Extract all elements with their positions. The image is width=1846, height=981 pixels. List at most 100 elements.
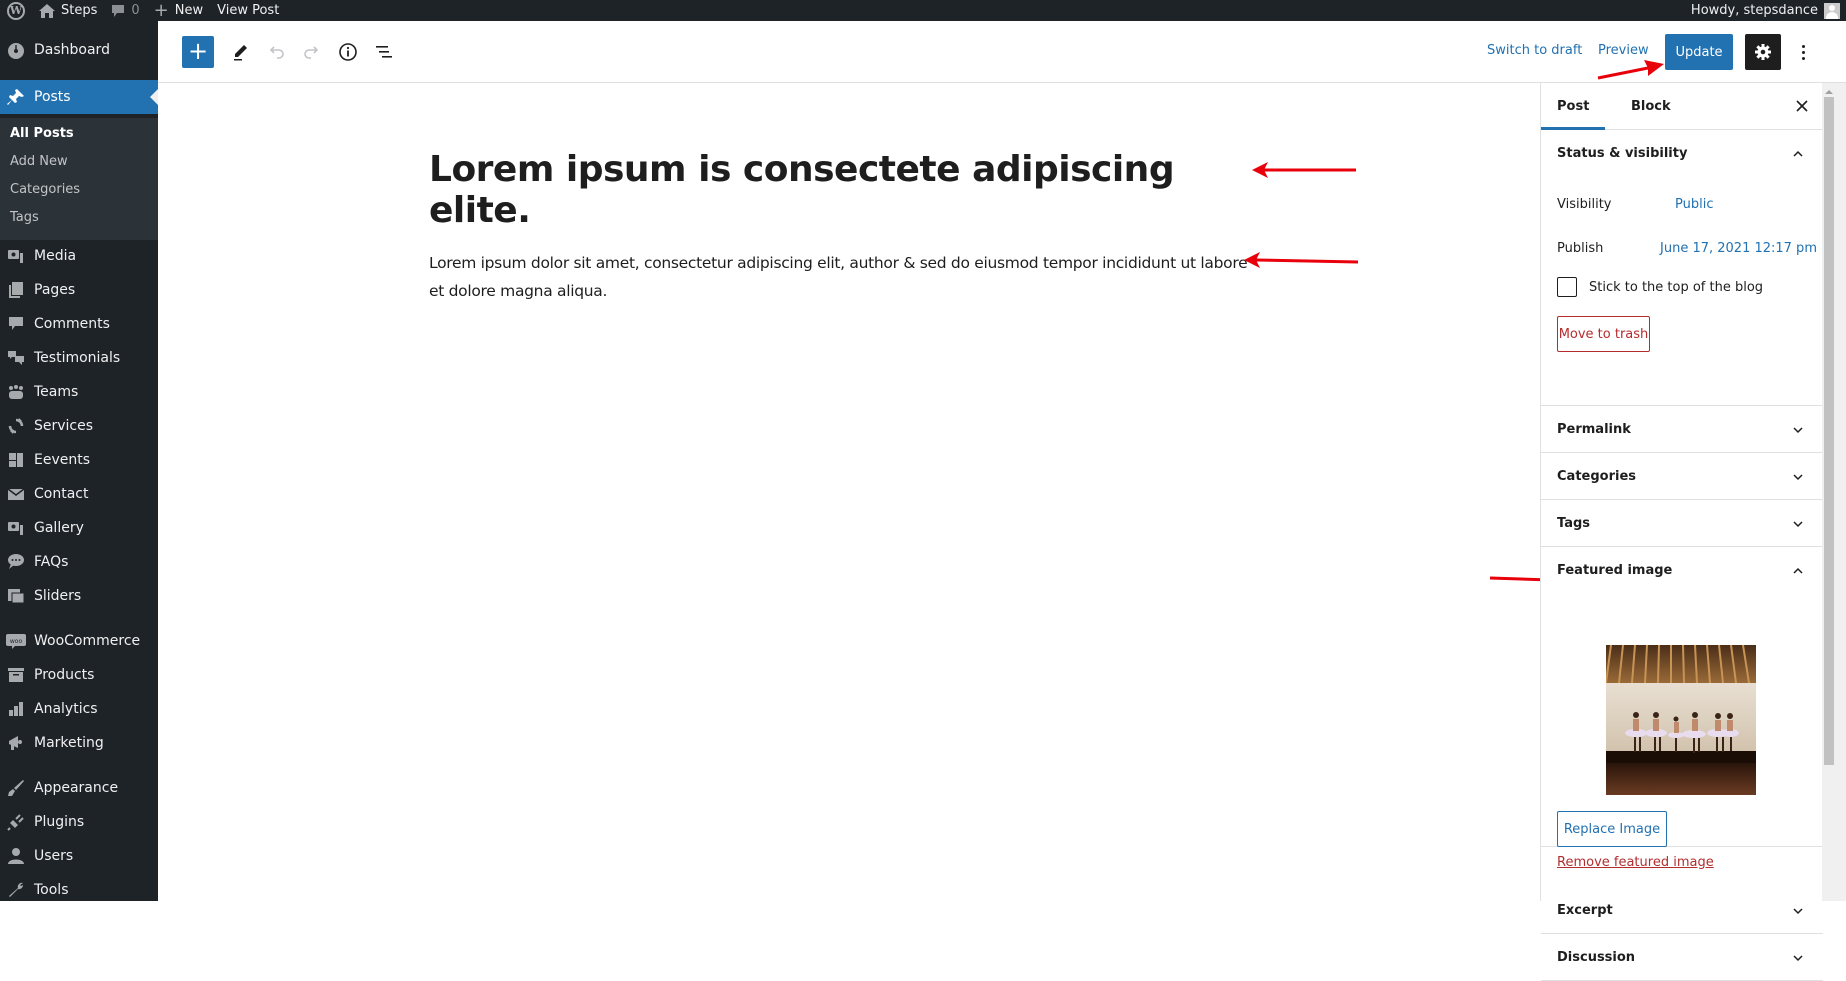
submenu-categories[interactable]: Categories: [10, 182, 80, 197]
sidebar-item-products[interactable]: Products: [0, 658, 158, 692]
settings-scrollbar[interactable]: [1822, 83, 1846, 901]
sidebar-item-woocommerce[interactable]: woo WooCommerce: [0, 624, 158, 658]
panel-permalink-toggle[interactable]: Permalink: [1541, 406, 1823, 453]
admin-sidebar: Dashboard Posts All Posts Add New Catego…: [0, 21, 158, 901]
settings-tabs: Post Block: [1541, 83, 1822, 130]
sidebar-item-services[interactable]: Services: [0, 409, 158, 443]
close-icon[interactable]: [1792, 96, 1812, 116]
sidebar-item-comments[interactable]: Comments: [0, 307, 158, 341]
sidebar-item-contact[interactable]: Contact: [0, 477, 158, 511]
sidebar-item-tools[interactable]: Tools: [0, 873, 158, 907]
sidebar-item-label: Comments: [34, 316, 110, 332]
panel-excerpt-toggle[interactable]: Excerpt: [1541, 887, 1823, 934]
sidebar-item-label: Contact: [34, 486, 89, 502]
scrollbar-thumb[interactable]: [1824, 97, 1834, 765]
settings-sidebar: Post Block Status & visibility Visibilit…: [1540, 83, 1823, 981]
panel-tags-toggle[interactable]: Tags: [1541, 500, 1823, 547]
panel-categories-toggle[interactable]: Categories: [1541, 453, 1823, 500]
annotation-arrow-body: [1244, 252, 1359, 268]
scroll-up-arrow-icon[interactable]: [1825, 86, 1833, 94]
post-title[interactable]: Lorem ipsum is consectete adipiscing eli…: [429, 149, 1279, 231]
panel-featured-image-toggle[interactable]: Featured image: [1541, 547, 1823, 594]
tab-post[interactable]: Post: [1541, 83, 1606, 130]
sidebar-item-plugins[interactable]: Plugins: [0, 805, 158, 839]
comment-icon: [112, 4, 125, 17]
settings-button[interactable]: [1745, 34, 1781, 70]
sidebar-item-label: Teams: [34, 384, 79, 400]
visibility-toggle[interactable]: Public: [1675, 197, 1713, 212]
sidebar-item-marketing[interactable]: Marketing: [0, 726, 158, 760]
panel-discussion: Discussion: [1541, 934, 1823, 981]
tools-button[interactable]: [224, 36, 256, 68]
remove-featured-image-link[interactable]: Remove featured image: [1557, 855, 1714, 870]
panel-title: Categories: [1557, 469, 1637, 484]
chevron-down-icon: [1793, 908, 1803, 915]
new-content-link[interactable]: + New: [147, 0, 210, 21]
sidebar-item-faqs[interactable]: FAQs: [0, 545, 158, 579]
visibility-label: Visibility: [1557, 197, 1612, 212]
switch-to-draft-button[interactable]: Switch to draft: [1487, 43, 1582, 58]
sidebar-item-testimonials[interactable]: Testimonials: [0, 341, 158, 375]
panel-title: Discussion: [1557, 950, 1636, 965]
publish-date-toggle[interactable]: June 17, 2021 12:17 pm: [1660, 241, 1817, 256]
chevron-down-icon: [1793, 955, 1803, 962]
panel-discussion-toggle[interactable]: Discussion: [1541, 934, 1823, 981]
site-name-link[interactable]: Steps: [32, 0, 104, 21]
sidebar-item-label: Products: [34, 667, 95, 683]
gear-icon: [1755, 44, 1771, 60]
sidebar-item-label: FAQs: [34, 554, 69, 570]
sidebar-item-label: Marketing: [34, 735, 104, 751]
comments-link[interactable]: 0: [104, 0, 146, 21]
sidebar-item-teams[interactable]: Teams: [0, 375, 158, 409]
featured-image-preview[interactable]: [1606, 645, 1756, 795]
sidebar-item-gallery[interactable]: Gallery: [0, 511, 158, 545]
sidebar-item-eevents[interactable]: Eevents: [0, 443, 158, 477]
pin-icon: [6, 87, 26, 107]
annotation-arrow-title: [1252, 162, 1356, 178]
paragraph-block[interactable]: Lorem ipsum dolor sit amet, consectetur …: [429, 249, 1259, 305]
sidebar-item-posts[interactable]: Posts: [0, 80, 158, 114]
redo-button[interactable]: [296, 36, 328, 68]
my-account[interactable]: Howdy, stepsdance: [1691, 2, 1846, 19]
editor-canvas: Lorem ipsum is consectete adipiscing eli…: [158, 83, 1540, 901]
sidebar-item-label: Sliders: [34, 588, 82, 604]
slides-icon: [6, 586, 26, 606]
sidebar-item-pages[interactable]: Pages: [0, 273, 158, 307]
replace-image-button[interactable]: Replace Image: [1557, 811, 1667, 847]
home-icon: [39, 3, 55, 18]
woo-icon: woo: [6, 631, 26, 651]
site-name: Steps: [61, 3, 98, 18]
sidebar-item-users[interactable]: Users: [0, 839, 158, 873]
submenu-add-new[interactable]: Add New: [10, 154, 68, 169]
sidebar-item-label: Testimonials: [34, 350, 121, 366]
submenu-tags[interactable]: Tags: [10, 210, 39, 225]
sidebar-item-appearance[interactable]: Appearance: [0, 771, 158, 805]
update-button[interactable]: Update: [1665, 34, 1733, 70]
options-button[interactable]: [1791, 34, 1815, 70]
move-to-trash-button[interactable]: Move to trash: [1557, 316, 1650, 352]
format-chat-icon: [6, 552, 26, 572]
view-post-label: View Post: [217, 3, 280, 18]
wp-logo-menu[interactable]: W: [0, 0, 32, 21]
block-inserter-button[interactable]: +: [182, 36, 214, 68]
panel-tags: Tags: [1541, 500, 1823, 547]
wordpress-logo-icon: W: [7, 1, 25, 20]
details-button[interactable]: [332, 36, 364, 68]
preview-button[interactable]: Preview: [1598, 43, 1649, 58]
tab-block[interactable]: Block: [1631, 83, 1671, 130]
panel-status-visibility-toggle[interactable]: Status & visibility: [1541, 130, 1823, 177]
undo-button[interactable]: [260, 36, 292, 68]
list-view-button[interactable]: [368, 36, 400, 68]
list-view-icon: [376, 46, 392, 58]
panel-title: Tags: [1557, 516, 1591, 531]
view-post-link[interactable]: View Post: [210, 0, 286, 21]
chevron-down-icon: [1793, 521, 1803, 528]
sticky-checkbox[interactable]: [1557, 277, 1577, 297]
sidebar-item-media[interactable]: Media: [0, 239, 158, 273]
posts-submenu: All Posts Add New Categories Tags: [0, 118, 158, 240]
sidebar-item-dashboard[interactable]: Dashboard: [0, 33, 158, 67]
sidebar-item-sliders[interactable]: Sliders: [0, 579, 158, 613]
sidebar-item-analytics[interactable]: Analytics: [0, 692, 158, 726]
panel-featured-image: Featured image Replace Image Remove feat…: [1541, 547, 1823, 870]
submenu-all-posts[interactable]: All Posts: [10, 126, 74, 141]
